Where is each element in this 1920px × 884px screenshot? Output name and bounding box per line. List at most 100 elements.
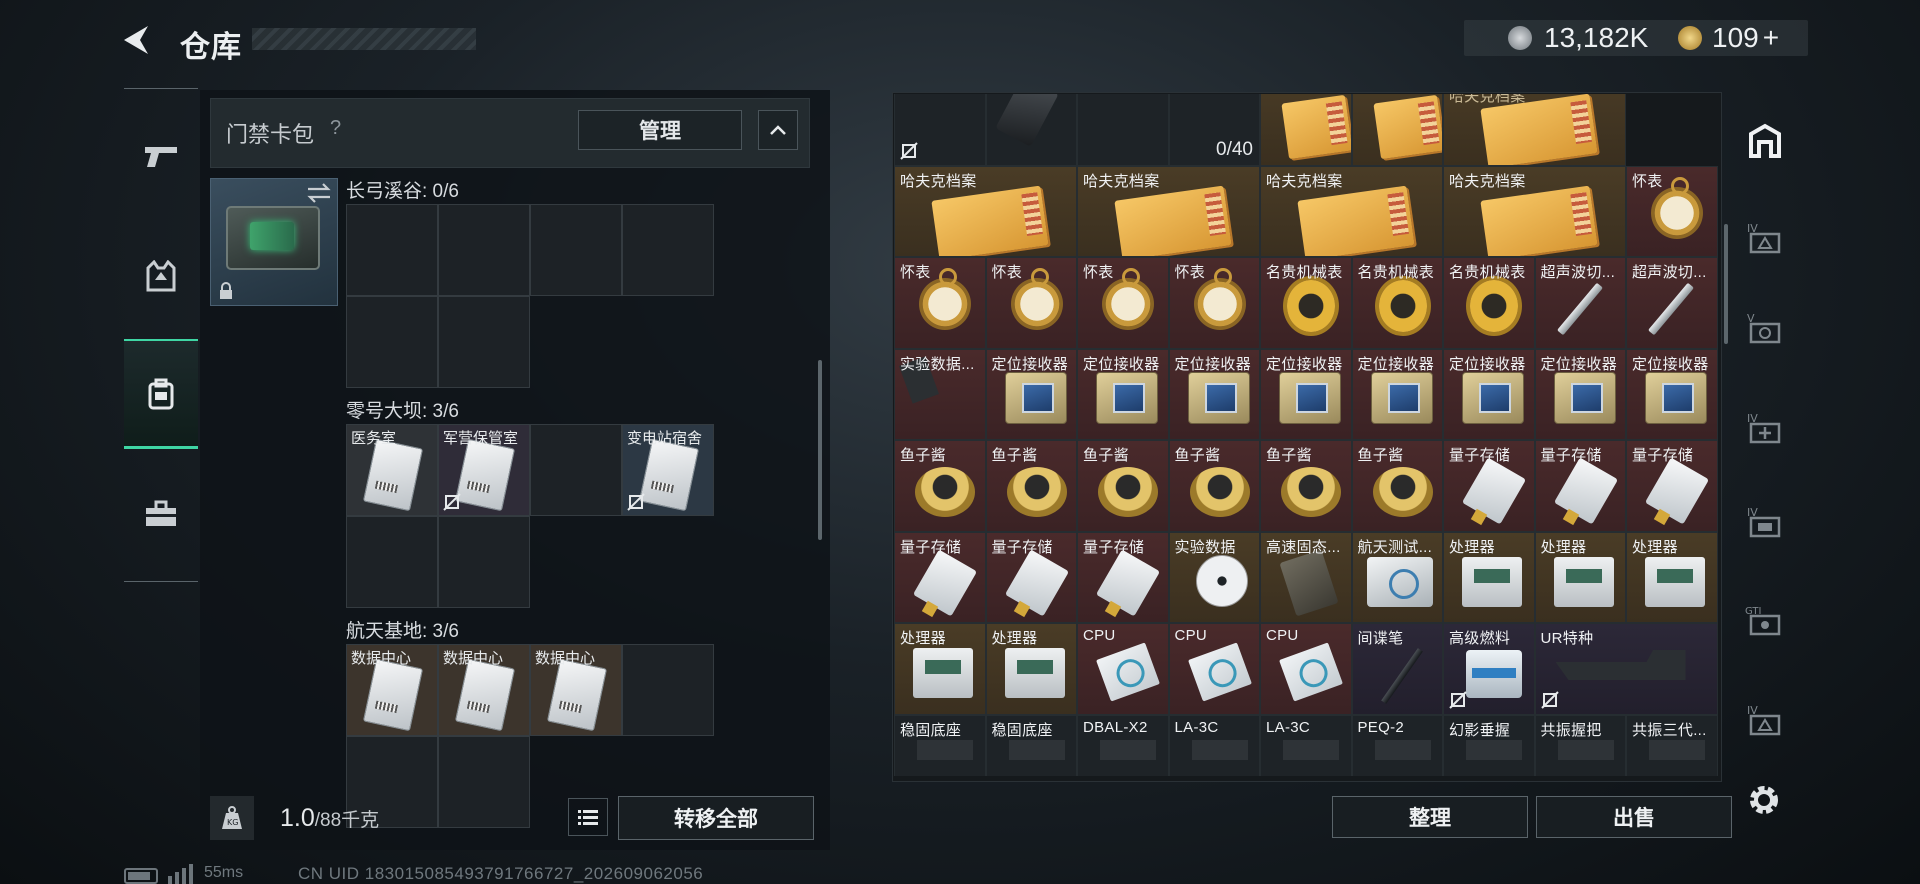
nav-backpack[interactable] — [124, 339, 198, 449]
stash-item[interactable]: LA-3C — [1260, 714, 1352, 776]
stash-item[interactable]: 名贵机械表 — [1351, 257, 1443, 349]
stash-item[interactable]: 定位接收器 — [1443, 348, 1535, 440]
keycard-slot[interactable]: 数据中心 — [530, 644, 622, 736]
stash-item[interactable]: CPU — [1077, 623, 1169, 715]
back-arrow-icon[interactable] — [118, 22, 158, 58]
tab-stash-tab-3[interactable]: V — [1730, 298, 1800, 360]
stash-item[interactable]: 哈夫克档案 — [1077, 165, 1260, 257]
stash-item[interactable]: PEQ-2 — [1351, 714, 1443, 776]
stash-item[interactable]: 定位接收器 — [1077, 348, 1169, 440]
tab-stash-main[interactable] — [1730, 110, 1800, 172]
stash-item[interactable]: 处理器 — [1443, 531, 1535, 623]
keycard-slot[interactable]: 医务室 — [346, 424, 438, 516]
list-view-button[interactable] — [568, 798, 608, 836]
keycard-slot[interactable]: 数据中心 — [346, 644, 438, 736]
stash-item[interactable]: 处理器 — [985, 623, 1077, 715]
stash-item[interactable]: 共振三代... — [1626, 714, 1718, 776]
stash-item[interactable]: 量子存储 — [1443, 440, 1535, 532]
stash-item[interactable]: 哈夫克档案 — [1443, 94, 1626, 166]
stash-item[interactable]: 稳固底座 — [985, 714, 1077, 776]
stash-item[interactable]: 名贵机械表 — [1260, 257, 1352, 349]
keycard-slot[interactable] — [438, 516, 530, 608]
stash-item[interactable]: 定位接收器 — [1260, 348, 1352, 440]
stash-item[interactable]: 量子存储 — [894, 531, 986, 623]
sort-button[interactable]: 整理 — [1332, 796, 1528, 838]
stash-item[interactable]: 怀表 — [985, 257, 1077, 349]
stash-item[interactable] — [894, 94, 986, 166]
stash-item[interactable]: 怀表 — [1168, 257, 1260, 349]
stash-item[interactable]: UR特种 — [1534, 623, 1718, 715]
stash-item[interactable]: 哈夫克档案 — [894, 165, 1077, 257]
keycard-slot[interactable] — [346, 296, 438, 388]
stash-item[interactable]: 鱼子酱 — [1260, 440, 1352, 532]
stash-item[interactable]: 怀表 — [1077, 257, 1169, 349]
tab-stash-tab-4[interactable]: IV — [1730, 398, 1800, 460]
stash-item[interactable]: 哈夫克档案 — [1260, 165, 1443, 257]
stash-item[interactable]: 间谍笔 — [1351, 623, 1443, 715]
stash-item[interactable]: 量子存储 — [985, 531, 1077, 623]
collapse-button[interactable] — [758, 110, 798, 150]
stash-item[interactable]: 稳固底座 — [894, 714, 986, 776]
keycard-slot[interactable] — [346, 516, 438, 608]
stash-item[interactable]: 共振握把 — [1534, 714, 1626, 776]
stash-item[interactable]: 高级燃料 — [1443, 623, 1535, 715]
keycard-slot[interactable] — [622, 644, 714, 736]
stash-item[interactable] — [1077, 94, 1169, 166]
stash-item[interactable]: 超声波切... — [1534, 257, 1626, 349]
stash-item[interactable]: DBAL-X2 — [1077, 714, 1169, 776]
stash-item[interactable]: 名贵机械表 — [1443, 257, 1535, 349]
stash-item[interactable] — [1351, 94, 1443, 166]
sell-button[interactable]: 出售 — [1536, 796, 1732, 838]
stash-item[interactable]: 定位接收器 — [1351, 348, 1443, 440]
stash-item[interactable]: 怀表 — [894, 257, 986, 349]
stash-item[interactable]: LA-3C — [1168, 714, 1260, 776]
scrollbar[interactable] — [818, 360, 822, 540]
stash-item[interactable]: 处理器 — [894, 623, 986, 715]
tab-stash-tab-5[interactable]: IV — [1730, 492, 1800, 554]
nav-equipment[interactable] — [124, 221, 198, 331]
stash-item[interactable]: 实验数据... — [894, 348, 986, 440]
stash-item[interactable]: 定位接收器 — [1168, 348, 1260, 440]
stash-item[interactable]: 哈夫克档案 — [1443, 165, 1626, 257]
keycard-slot[interactable] — [346, 204, 438, 296]
tab-stash-tab-6[interactable]: GTI — [1730, 590, 1800, 652]
stash-item[interactable]: 鱼子酱 — [1168, 440, 1260, 532]
stash-item[interactable]: 超声波切... — [1626, 257, 1718, 349]
stash-item[interactable]: 鱼子酱 — [894, 440, 986, 532]
stash-item[interactable]: 鱼子酱 — [1351, 440, 1443, 532]
keycard-slot[interactable]: 军营保管室 — [438, 424, 530, 516]
keycard-slot[interactable] — [530, 424, 622, 516]
keycard-slot[interactable] — [438, 736, 530, 828]
nav-weapons[interactable] — [124, 101, 198, 211]
manage-button[interactable]: 管理 — [578, 110, 742, 150]
stash-item[interactable]: 量子存储 — [1626, 440, 1718, 532]
stash-item[interactable]: 处理器 — [1534, 531, 1626, 623]
stash-item[interactable]: 高速固态... — [1260, 531, 1352, 623]
stash-item[interactable]: 航天测试... — [1351, 531, 1443, 623]
stash-item[interactable]: CPU — [1168, 623, 1260, 715]
keycard-slot[interactable]: 数据中心 — [438, 644, 530, 736]
keycard-slot[interactable] — [530, 204, 622, 296]
stash-item[interactable]: 量子存储 — [1077, 531, 1169, 623]
stash-item[interactable]: 定位接收器 — [985, 348, 1077, 440]
stash-item[interactable] — [985, 94, 1077, 166]
keycard-slot[interactable] — [438, 204, 530, 296]
stash-item[interactable]: 实验数据 — [1168, 531, 1260, 623]
transfer-all-button[interactable]: 转移全部 — [618, 796, 814, 840]
stash-item[interactable]: 定位接收器 — [1626, 348, 1718, 440]
stash-item[interactable] — [1260, 94, 1352, 166]
stash-item[interactable]: 定位接收器 — [1534, 348, 1626, 440]
tab-stash-tab-2[interactable]: IV — [1730, 208, 1800, 270]
stash-scrollbar[interactable] — [1724, 224, 1728, 344]
help-icon[interactable]: ? — [330, 117, 341, 140]
stash-item[interactable]: 处理器 — [1626, 531, 1718, 623]
keycard-slot[interactable] — [438, 296, 530, 388]
stash-item[interactable]: 鱼子酱 — [985, 440, 1077, 532]
keycard-slot[interactable]: 变电站宿舍 — [622, 424, 714, 516]
add-gold-button[interactable]: + — [1763, 22, 1779, 53]
keycard-slot[interactable] — [622, 204, 714, 296]
stash-item[interactable]: 量子存储 — [1534, 440, 1626, 532]
tab-stash-tab-7[interactable]: IV — [1730, 690, 1800, 752]
stash-item[interactable]: 怀表 — [1626, 165, 1718, 257]
stash-item[interactable]: 幻影垂握 — [1443, 714, 1535, 776]
